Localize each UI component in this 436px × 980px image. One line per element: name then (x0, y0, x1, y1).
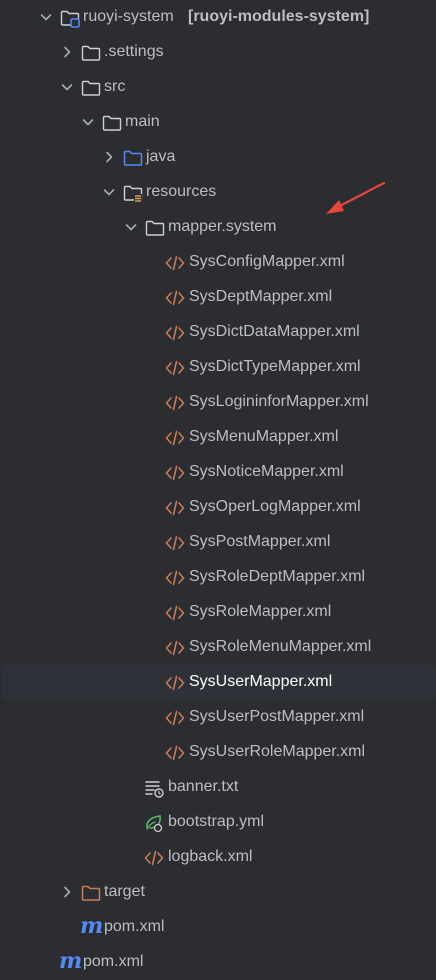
tree-item-banner-txt[interactable]: banner.txt (0, 770, 436, 805)
spring-yml-icon (146, 815, 163, 833)
folder-label: .settings (104, 43, 164, 60)
tree-item-src[interactable]: src (0, 70, 436, 105)
module-folder-icon (60, 10, 80, 28)
module-name: ruoyi-system (83, 8, 174, 25)
maven-icon: m (80, 913, 104, 939)
tree-item-xml-file[interactable]: SysRoleMapper.xml (0, 595, 436, 630)
xml-file-icon (165, 605, 185, 621)
file-label: SysDictTypeMapper.xml (189, 358, 361, 375)
tree-item-xml-file[interactable]: SysRoleMenuMapper.xml (0, 630, 436, 665)
tree-item-xml-file[interactable]: SysRoleDeptMapper.xml (0, 560, 436, 595)
folder-icon (81, 45, 101, 61)
xml-file-icon (165, 465, 185, 481)
tree-item-settings[interactable]: .settings (0, 35, 436, 70)
chevron-right-icon[interactable] (101, 149, 117, 165)
xml-file-icon (165, 570, 185, 586)
tree-item-bootstrap-yml[interactable]: bootstrap.yml (0, 805, 436, 840)
annotation-arrow-icon (326, 181, 386, 214)
tree-item-xml-file[interactable]: SysNoticeMapper.xml (0, 455, 436, 490)
tree-item-xml-file[interactable]: SysDictDataMapper.xml (0, 315, 436, 350)
xml-file-icon (165, 745, 185, 761)
folder-label: target (104, 883, 145, 900)
xml-file-icon (165, 430, 185, 446)
source-folder-icon (123, 150, 143, 166)
file-label: SysUserPostMapper.xml (189, 708, 365, 725)
file-label: SysRoleMenuMapper.xml (189, 638, 372, 655)
file-label: SysDeptMapper.xml (189, 288, 333, 305)
xml-file-icon (165, 290, 185, 306)
file-label: SysUserMapper.xml (189, 673, 333, 690)
tree-item-xml-file[interactable]: SysPostMapper.xml (0, 525, 436, 560)
xml-file-icon (165, 710, 185, 726)
file-label: SysDictDataMapper.xml (189, 323, 360, 340)
folder-label: src (104, 78, 126, 95)
folder-icon (145, 220, 165, 236)
tree-item-xml-file[interactable]: SysDictTypeMapper.xml (0, 350, 436, 385)
chevron-down-icon[interactable] (80, 114, 96, 130)
folder-label: resources (146, 183, 217, 200)
maven-icon: m (59, 948, 83, 974)
tree-item-xml-file[interactable]: SysOperLogMapper.xml (0, 490, 436, 525)
folder-icon (81, 80, 101, 96)
file-label: SysConfigMapper.xml (189, 253, 345, 270)
file-label: bootstrap.yml (168, 813, 265, 830)
project-tree: ruoyi-system [ruoyi-modules-system] .set… (0, 0, 436, 980)
tree-item-xml-file[interactable]: SysUserRoleMapper.xml (0, 735, 436, 770)
xml-file-icon (165, 500, 185, 516)
file-label: SysLogininforMapper.xml (189, 393, 369, 410)
file-label: SysNoticeMapper.xml (189, 463, 344, 480)
tree-item-xml-file[interactable]: SysUserPostMapper.xml (0, 700, 436, 735)
xml-file-icon (165, 255, 185, 271)
tree-item-target[interactable]: target (0, 875, 436, 910)
file-label: pom.xml (104, 918, 165, 935)
xml-file-icon (165, 395, 185, 411)
file-label: SysMenuMapper.xml (189, 428, 339, 445)
chevron-right-icon[interactable] (59, 44, 75, 60)
tree-item-ruoyi-system[interactable]: ruoyi-system [ruoyi-modules-system] (0, 0, 436, 35)
xml-file-icon (165, 360, 185, 376)
tree-item-root-pom[interactable]: m pom.xml (0, 945, 436, 980)
tree-item-xml-file[interactable]: SysDeptMapper.xml (0, 280, 436, 315)
resources-folder-icon (123, 185, 143, 202)
file-label: SysUserRoleMapper.xml (189, 743, 366, 760)
tree-item-xml-file[interactable]: SysConfigMapper.xml (0, 245, 436, 280)
tree-item-module-pom[interactable]: m pom.xml (0, 910, 436, 945)
tree-item-xml-file[interactable]: SysMenuMapper.xml (0, 420, 436, 455)
chevron-down-icon[interactable] (101, 184, 117, 200)
xml-file-icon (144, 850, 164, 866)
excluded-folder-icon (81, 885, 101, 901)
folder-icon (102, 115, 122, 131)
file-label: logback.xml (168, 848, 253, 865)
chevron-down-icon[interactable] (59, 79, 75, 95)
xml-file-icon (165, 325, 185, 341)
xml-file-icon (165, 675, 185, 691)
module-artifact-name: [ruoyi-modules-system] (188, 8, 370, 25)
file-label: pom.xml (83, 953, 144, 970)
tree-item-xml-file[interactable]: SysLogininforMapper.xml (0, 385, 436, 420)
folder-label: java (146, 148, 176, 165)
text-file-icon (145, 781, 164, 798)
chevron-down-icon[interactable] (123, 219, 139, 235)
folder-label: main (125, 113, 160, 130)
file-label: SysRoleMapper.xml (189, 603, 332, 620)
chevron-down-icon[interactable] (38, 9, 54, 25)
tree-item-main[interactable]: main (0, 105, 436, 140)
chevron-right-icon[interactable] (59, 884, 75, 900)
file-label: SysPostMapper.xml (189, 533, 331, 550)
file-label: banner.txt (168, 778, 239, 795)
xml-file-icon (165, 535, 185, 551)
xml-file-icon (165, 640, 185, 656)
file-label: SysRoleDeptMapper.xml (189, 568, 366, 585)
tree-item-logback-xml[interactable]: logback.xml (0, 840, 436, 875)
folder-label: mapper.system (168, 218, 277, 235)
tree-item-xml-file-selected[interactable]: SysUserMapper.xml (2, 665, 436, 700)
tree-item-java[interactable]: java (0, 140, 436, 175)
file-label: SysOperLogMapper.xml (189, 498, 361, 515)
